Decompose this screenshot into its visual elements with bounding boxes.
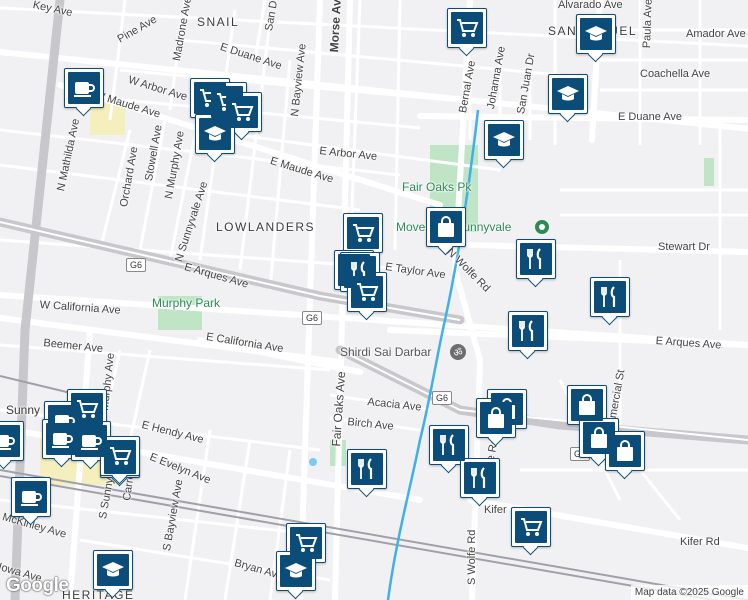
shopping-bag-icon <box>571 389 603 421</box>
label-kifer-rd: Kifer Rd <box>680 536 720 548</box>
grocery-cart-icon <box>347 217 379 249</box>
school-marker[interactable] <box>276 551 316 591</box>
label-shirdi-sai-darbar: Shirdi Sai Darbar <box>340 345 432 359</box>
cafe-cup-icon <box>0 425 20 457</box>
grocery-marker[interactable] <box>511 507 551 547</box>
route-shield-g6: G6 <box>302 311 323 325</box>
label-sunnyvale: Sunny <box>6 403 41 417</box>
restaurant-marker[interactable] <box>508 311 548 351</box>
map-attribution[interactable]: Map data ©2025 Google <box>630 585 748 600</box>
green-strip <box>704 158 714 186</box>
label-paula-ave: Paula Ave <box>641 0 655 49</box>
label-e-duane-ave: E Duane Ave <box>618 111 683 123</box>
school-marker[interactable] <box>195 114 235 154</box>
school-icon <box>552 78 584 110</box>
grocery-cart-icon <box>351 276 383 308</box>
route-shield-g6: G6 <box>432 391 453 405</box>
cafe-marker[interactable] <box>11 477 51 517</box>
google-logo: Google <box>6 575 69 596</box>
shopping-bag-icon <box>480 402 512 434</box>
school-marker[interactable] <box>484 120 524 160</box>
label-s-wolfe-rd: S Wolfe Rd <box>466 529 478 585</box>
temple-pin-icon[interactable]: ॐ <box>449 343 467 361</box>
fork-knife-icon <box>594 281 626 313</box>
grocery-cart-icon <box>515 511 547 543</box>
restaurant-marker[interactable] <box>460 458 500 498</box>
route-shield-g6: G6 <box>126 258 147 272</box>
school-icon <box>199 118 231 150</box>
label-amador-ave: Amador Ave <box>686 28 746 40</box>
school-icon <box>97 554 129 586</box>
cafe-marker[interactable] <box>64 68 104 108</box>
cafe-cup-icon <box>68 72 100 104</box>
pond <box>309 458 317 466</box>
grocery-marker[interactable] <box>100 436 140 476</box>
label-heritage: HERITAGE <box>62 588 135 600</box>
cafe-cup-icon <box>46 423 78 455</box>
school-marker[interactable] <box>548 74 588 114</box>
grocery-marker[interactable] <box>347 272 387 312</box>
fork-knife-icon <box>512 315 544 347</box>
fork-knife-icon <box>433 429 465 461</box>
fork-knife-icon <box>464 462 496 494</box>
shopping-marker[interactable] <box>426 207 466 247</box>
school-icon <box>580 18 612 50</box>
label-murphy-park: Murphy Park <box>152 296 221 310</box>
shopping-bag-icon <box>430 211 462 243</box>
label-coachella-ave: Coachella Ave <box>640 68 711 80</box>
map-canvas[interactable]: SNAIL LOWLANDERS SAN MIGUEL HERITAGE Sun… <box>0 0 748 600</box>
grocery-cart-icon <box>104 440 136 472</box>
restaurant-marker[interactable] <box>590 277 630 317</box>
shopping-bag-icon <box>609 435 641 467</box>
cafe-marker[interactable] <box>0 421 24 461</box>
grocery-cart-icon <box>451 12 483 44</box>
cafe-cup-icon <box>75 425 107 457</box>
label-morse-ave: Morse Ave <box>327 0 345 53</box>
grocery-marker[interactable] <box>447 8 487 48</box>
grocery-marker[interactable] <box>343 213 383 253</box>
shopping-marker[interactable] <box>567 385 607 425</box>
fork-knife-icon <box>520 243 552 275</box>
restaurant-marker[interactable] <box>429 425 469 465</box>
shopping-marker[interactable] <box>605 431 645 471</box>
school-marker[interactable] <box>93 550 133 590</box>
label-fair-oaks-park: Fair Oaks Pk <box>402 180 472 194</box>
school-marker[interactable] <box>576 14 616 54</box>
restaurant-marker[interactable] <box>347 449 387 489</box>
gym-pin-icon[interactable] <box>534 219 550 235</box>
school-icon <box>280 555 312 587</box>
shopping-marker[interactable] <box>476 398 516 438</box>
school-icon <box>488 124 520 156</box>
svg-text:ॐ: ॐ <box>453 347 462 359</box>
fork-knife-icon <box>351 453 383 485</box>
label-stewart-dr: Stewart Dr <box>658 241 710 253</box>
label-lowlanders: LOWLANDERS <box>216 220 316 234</box>
cafe-cup-icon <box>15 481 47 513</box>
label-kifer: Kifer <box>484 504 507 516</box>
label-snail: SNAIL <box>197 15 240 29</box>
label-alvarado-ave: Alvarado Ave <box>558 0 623 11</box>
restaurant-marker[interactable] <box>516 239 556 279</box>
